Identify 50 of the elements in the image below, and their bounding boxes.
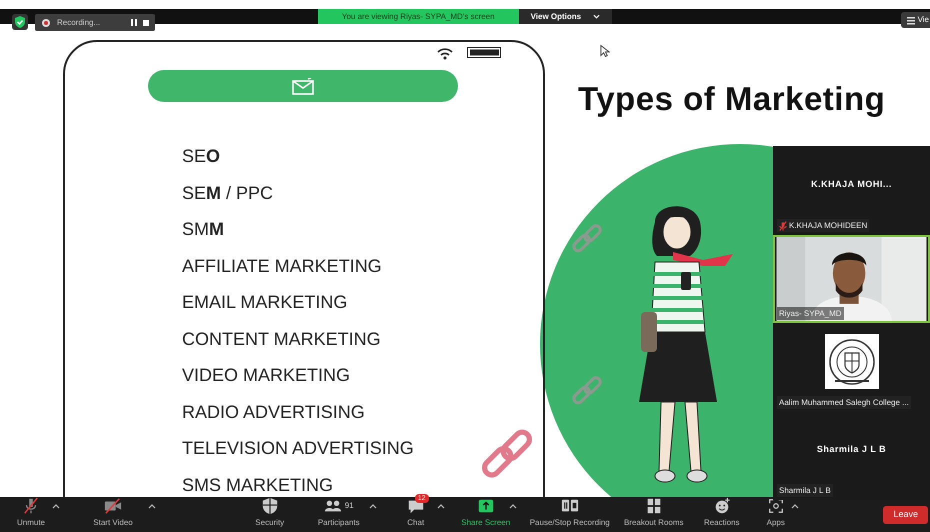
record-dot-icon [41, 18, 51, 28]
marketing-type: CONTENT MARKETING [182, 328, 382, 350]
toolbar-button[interactable]: Pause/Stop Recording [524, 497, 615, 530]
view-options-button[interactable]: View Options [518, 9, 612, 24]
marketing-type: SMM [182, 218, 225, 241]
toolbar-button[interactable]: Unmute [0, 497, 62, 530]
toolbar-button[interactable]: Start Video [68, 497, 158, 530]
participant-name: Sharmila J L B [816, 443, 886, 456]
view-button[interactable]: Vie [900, 12, 930, 28]
marketing-type: AFFILIATE MARKETING [182, 254, 383, 278]
stop-icon[interactable] [143, 20, 149, 26]
marketing-type: TELEVISION ADVERTISING [182, 437, 414, 460]
marketing-type: SEM / PPC [182, 182, 274, 204]
marketing-type: SEO [182, 145, 222, 168]
video-off-icon [104, 497, 122, 515]
participant-label-text: K.KHAJA MOHIDEEN [789, 220, 868, 232]
participant-label-text: Sharmila J L B [779, 484, 831, 496]
toolbar-button[interactable]: Share Screen [452, 497, 519, 530]
toolbar-button[interactable]: Reactions [692, 497, 751, 530]
recording-label: Recording... [57, 16, 102, 28]
chevron-down-icon [593, 13, 600, 20]
toolbar-button[interactable]: Security [240, 497, 299, 530]
slide-title: Types of Marketing [578, 79, 886, 119]
toolbar-button[interactable]: 91 Participants [298, 497, 379, 530]
toolbar-button[interactable]: Apps [750, 497, 801, 530]
wifi-icon [437, 47, 453, 60]
viewing-banner: You are viewing Riyas- SYPA_MD's screen [318, 9, 519, 24]
pause-icon[interactable] [131, 19, 137, 26]
caret-up-icon[interactable] [436, 503, 445, 510]
muted-mic-icon [779, 220, 787, 230]
battery-icon [467, 47, 501, 58]
caret-up-icon[interactable] [52, 503, 60, 510]
marketing-type: VIDEO MARKETING [182, 364, 352, 387]
apps-icon [766, 497, 785, 515]
participant-label-text: Riyas- SYPA_MD [779, 308, 842, 320]
cursor-icon [600, 44, 610, 58]
muted-microphone-icon [22, 497, 40, 515]
envelope-icon [292, 78, 314, 94]
toolbar-button[interactable]: Breakout Rooms [614, 497, 693, 530]
caret-up-icon[interactable] [790, 503, 799, 510]
marketing-type: RADIO ADVERTISING [182, 400, 366, 424]
caret-up-icon[interactable] [508, 503, 517, 510]
caret-up-icon[interactable] [148, 503, 156, 510]
marketing-type: SMS MARKETING [182, 474, 334, 496]
leave-button[interactable]: Leave [883, 506, 928, 524]
caret-up-icon[interactable] [368, 503, 377, 510]
participant-count: 91 [344, 500, 354, 512]
participant-label-text: Aalim Muhammed Salegh College ... [779, 396, 909, 408]
marketing-type: EMAIL MARKETING [182, 291, 348, 314]
participant-name: K.KHAJA MOHI... [811, 178, 892, 191]
